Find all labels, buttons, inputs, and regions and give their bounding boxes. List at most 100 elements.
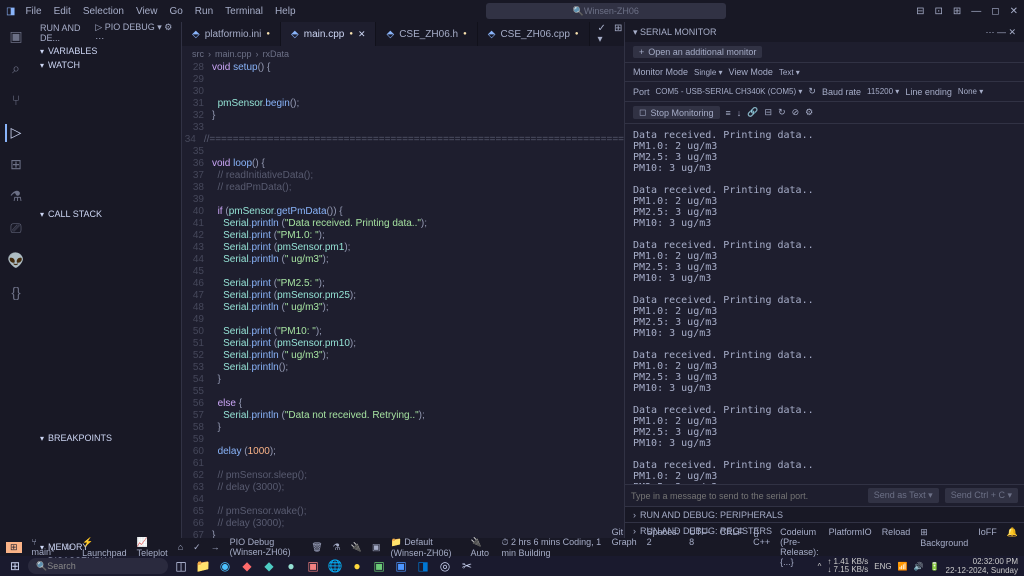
pio-clean-icon[interactable]: 🗑 — [311, 542, 322, 553]
tool-icon[interactable]: ⊟ — [765, 107, 773, 118]
menu-help[interactable]: Help — [275, 6, 296, 17]
app-icon[interactable]: ▣ — [370, 557, 388, 575]
menu-go[interactable]: Go — [169, 6, 182, 17]
lang-indicator[interactable]: ENG — [874, 562, 891, 571]
taskbar-search[interactable]: 🔍 Search — [28, 558, 168, 574]
serial-input[interactable] — [631, 491, 862, 501]
wifi-icon[interactable]: 📶 — [898, 562, 908, 571]
layout-icon[interactable]: ⊞ — [953, 6, 961, 17]
app-icon[interactable]: ✂ — [458, 557, 476, 575]
menu-run[interactable]: Run — [195, 6, 213, 17]
remote-indicator[interactable]: ⊞ — [6, 542, 22, 553]
peripherals-accordion[interactable]: › RUN AND DEBUG: PERIPHERALS — [625, 506, 1024, 522]
system-tray[interactable]: ^ ↑ 1.41 KB/s ↓ 7.15 KB/s ENG 📶 🔊 🔋 02:3… — [818, 557, 1018, 575]
app-icon[interactable]: ▣ — [392, 557, 410, 575]
app-icon[interactable]: ● — [282, 557, 300, 575]
clock-date[interactable]: 22-12-2024, Sunday — [946, 566, 1019, 575]
explorer-icon[interactable]: 📁 — [194, 557, 212, 575]
menu-selection[interactable]: Selection — [83, 6, 124, 17]
wakatime[interactable]: ⏱ 2 hrs 6 mins Coding, 1 min Building — [502, 537, 602, 558]
maximize-icon[interactable]: ◻ — [991, 6, 999, 17]
edge-icon[interactable]: ◉ — [216, 557, 234, 575]
baud-select[interactable]: 115200 ▾ — [867, 87, 899, 96]
pio-build-icon[interactable]: ✓ — [193, 542, 201, 553]
git-branch[interactable]: ⑂ main* — [32, 537, 55, 557]
tool-icon[interactable]: ↓ — [737, 108, 742, 118]
code-editor[interactable]: 28void setup() {293031 pmSensor.begin();… — [182, 62, 624, 538]
section-watch[interactable]: WATCH — [32, 58, 181, 72]
monitor-mode-select[interactable]: Single ▾ — [694, 68, 723, 77]
eol[interactable]: CRLF — [720, 527, 744, 567]
menu-view[interactable]: View — [136, 6, 158, 17]
port-select[interactable]: COM5 - USB-SERIAL CH340K (COM5) ▾ — [656, 87, 803, 96]
app-icon[interactable]: ● — [348, 557, 366, 575]
app-icon[interactable]: ◆ — [238, 557, 256, 575]
serial-output[interactable]: Data received. Printing data.. PM1.0: 2 … — [625, 124, 1024, 484]
chevron-up-icon[interactable]: ^ — [818, 562, 822, 571]
debug-config[interactable]: PIO Debug (Winsen-ZH06) — [230, 537, 302, 557]
pio-env[interactable]: 📁 Default (Winsen-ZH06) — [390, 537, 460, 558]
battery-icon[interactable]: 🔋 — [930, 562, 940, 571]
layout-icon[interactable]: ⊡ — [935, 6, 943, 17]
split-icon[interactable]: ⊞ — [614, 23, 622, 45]
spaces[interactable]: Spaces: 2 — [647, 527, 680, 567]
vscode-icon[interactable]: ◨ — [414, 557, 432, 575]
send-text-button[interactable]: Send as Text ▾ — [868, 488, 939, 503]
volume-icon[interactable]: 🔊 — [914, 562, 924, 571]
tab-CSE_ZH06.h[interactable]: ⬘ CSE_ZH06.h ● — [376, 22, 477, 46]
run-icon[interactable]: ✓ ▾ — [598, 23, 606, 45]
pio-port[interactable]: 🔌 Auto — [471, 537, 492, 558]
search-icon[interactable]: ⌕ — [7, 60, 25, 78]
close-icon[interactable]: ✕ — [1010, 6, 1018, 17]
tool-icon[interactable]: ≡ — [726, 108, 731, 118]
layout-icon[interactable]: ⊟ — [916, 6, 924, 17]
extensions-icon[interactable]: ⊞ — [7, 156, 25, 174]
pio-monitor-icon[interactable]: 🔌 — [351, 542, 362, 553]
codeium-status[interactable]: Codeium (Pre-Release): {...} — [780, 527, 819, 567]
sync-button[interactable]: ↻ — [65, 542, 73, 553]
section-call-stack[interactable]: CALL STACK — [32, 207, 181, 221]
explorer-icon[interactable]: ▣ — [7, 28, 25, 46]
view-mode-select[interactable]: Text ▾ — [779, 68, 800, 77]
test-icon[interactable]: ⚗ — [7, 188, 25, 206]
tool-icon[interactable]: ↻ — [778, 107, 786, 118]
app-icon[interactable]: ◆ — [260, 557, 278, 575]
launch-config[interactable]: ▷ PIO Debug ▾ ⚙ ⋯ — [95, 22, 173, 44]
chrome-icon[interactable]: 🌐 — [326, 557, 344, 575]
launchpad[interactable]: ⚡ Launchpad — [82, 537, 127, 558]
breadcrumb[interactable]: src › main.cpp › rxData — [182, 46, 624, 62]
menu-terminal[interactable]: Terminal — [225, 6, 263, 17]
line-ending-select[interactable]: None ▾ — [958, 87, 983, 96]
codeium-icon[interactable]: {} — [7, 284, 25, 302]
section-breakpoints[interactable]: BREAKPOINTS — [32, 431, 181, 445]
task-view-icon[interactable]: ◫ — [172, 557, 190, 575]
command-center[interactable]: 🔍 Winsen-ZH06 — [296, 3, 917, 19]
menu-edit[interactable]: Edit — [54, 6, 71, 17]
clock-time[interactable]: 02:32:00 PM — [973, 557, 1018, 566]
tab-platformio.ini[interactable]: ⬘ platformio.ini ● — [182, 22, 281, 46]
stop-monitoring-button[interactable]: ◻ Stop Monitoring — [633, 106, 720, 119]
pio-home-icon[interactable]: ⌂ — [178, 542, 183, 552]
scm-icon[interactable]: ⑂ — [7, 92, 25, 110]
app-icon[interactable]: ▣ — [304, 557, 322, 575]
teleplot[interactable]: 📈 Teleplot — [137, 537, 168, 558]
settings-icon[interactable]: ⚙ — [805, 107, 813, 118]
app-icon[interactable]: ◎ — [436, 557, 454, 575]
pio-terminal-icon[interactable]: ▣ — [372, 542, 381, 553]
remote-icon[interactable]: ⎚ — [7, 220, 25, 238]
menu-file[interactable]: File — [25, 6, 41, 17]
section-variables[interactable]: VARIABLES — [32, 44, 181, 58]
clear-icon[interactable]: ⊘ — [792, 107, 800, 118]
pio-test-icon[interactable]: ⚗ — [333, 542, 341, 553]
language-mode[interactable]: {} C++ — [753, 527, 770, 567]
refresh-icon[interactable]: ↻ — [808, 86, 816, 97]
minimize-icon[interactable]: — — [971, 6, 981, 17]
start-button[interactable]: ⊞ — [6, 557, 24, 575]
pio-upload-icon[interactable]: → — [211, 542, 220, 552]
tab-main.cpp[interactable]: ⬘ main.cpp ● ✕ — [281, 22, 376, 46]
send-ctrl-button[interactable]: Send Ctrl + C ▾ — [945, 488, 1018, 503]
encoding[interactable]: UTF-8 — [689, 527, 710, 567]
panel-actions[interactable]: ⋯ — ✕ — [985, 27, 1016, 38]
open-additional-button[interactable]: + Open an additional monitor — [633, 46, 762, 58]
platformio-icon[interactable]: 👽 — [7, 252, 25, 270]
